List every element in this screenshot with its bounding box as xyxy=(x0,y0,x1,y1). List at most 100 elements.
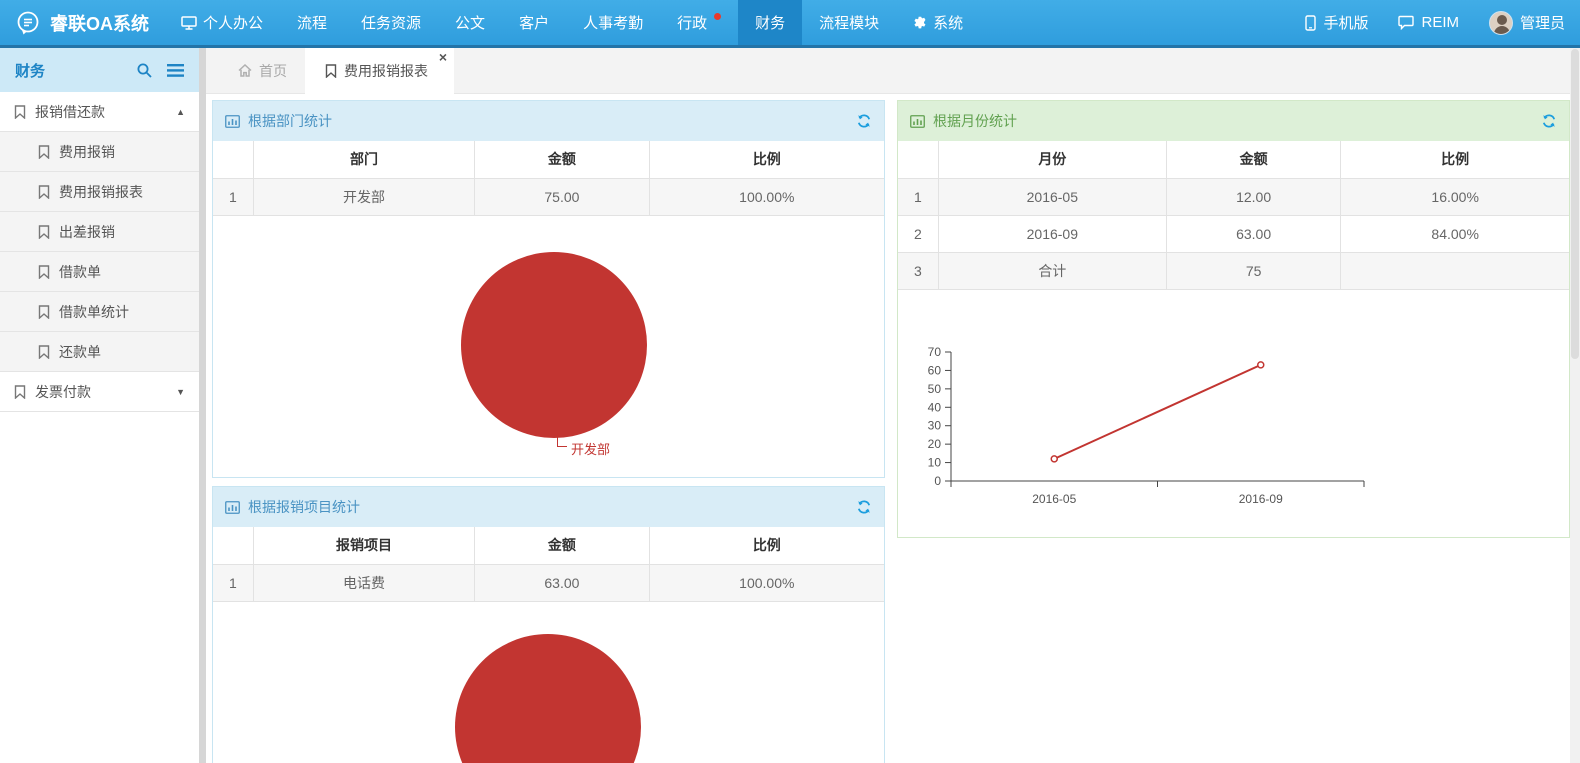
panel-title: 根据部门统计 xyxy=(248,111,332,131)
pie-chart-dept: 开发部 xyxy=(213,216,884,478)
sidebar-item-travel-reimburse[interactable]: 出差报销 xyxy=(0,212,199,252)
bookmark-icon xyxy=(38,185,50,199)
mobile-version-link[interactable]: 手机版 xyxy=(1290,0,1383,45)
chat-icon xyxy=(1398,15,1414,30)
table-row: 3 合计 75 xyxy=(898,252,1569,289)
reim-link[interactable]: REIM xyxy=(1383,0,1474,45)
table-row: 1 开发部 75.00 100.00% xyxy=(213,178,884,215)
nav-item-customer[interactable]: 客户 xyxy=(502,0,566,45)
bar-chart-icon xyxy=(910,115,925,128)
sidebar-content-divider xyxy=(199,48,206,763)
pie-slice-item xyxy=(455,634,641,763)
bookmark-icon xyxy=(38,265,50,279)
bar-chart-icon xyxy=(225,115,240,128)
nav-item-hr-attendance[interactable]: 人事考勤 xyxy=(566,0,660,45)
sidebar-item-loan-form[interactable]: 借款单 xyxy=(0,252,199,292)
panel-title: 根据月份统计 xyxy=(933,111,1017,131)
desktop-icon xyxy=(181,16,197,30)
sidebar-item-loan-stats[interactable]: 借款单统计 xyxy=(0,292,199,332)
bookmark-icon xyxy=(38,145,50,159)
main-content: 根据部门统计 部门 金额 比例 1 开发部 75.00 100.00% 开 xyxy=(206,94,1570,763)
panel-dept-stats: 根据部门统计 部门 金额 比例 1 开发部 75.00 100.00% 开 xyxy=(212,100,885,478)
bookmark-icon xyxy=(38,305,50,319)
refresh-button[interactable] xyxy=(856,499,872,515)
nav-item-personal-office[interactable]: 个人办公 xyxy=(164,0,280,45)
bookmark-icon xyxy=(14,385,26,399)
main-menu: 个人办公 流程 任务资源 公文 客户 人事考勤 行政 财务 流程模块 系统 xyxy=(164,0,980,45)
panel-month-stats: 根据月份统计 月份 金额 比例 1 2016-05 12.00 16.00% 2… xyxy=(897,100,1570,538)
sidebar-item-expense-reimburse[interactable]: 费用报销 xyxy=(0,132,199,172)
sidebar-header: 财务 xyxy=(0,48,199,92)
bookmark-icon xyxy=(325,64,337,78)
svg-text:30: 30 xyxy=(928,418,942,432)
brand[interactable]: 睿联OA系统 xyxy=(0,0,164,45)
svg-text:20: 20 xyxy=(928,437,942,451)
table-header-row: 部门 金额 比例 xyxy=(213,141,884,178)
top-navbar: 睿联OA系统 个人办公 流程 任务资源 公文 客户 人事考勤 行政 财务 流程模… xyxy=(0,0,1580,48)
sidebar-item-repayment-form[interactable]: 还款单 xyxy=(0,332,199,372)
item-stats-table: 报销项目 金额 比例 1 电话费 63.00 100.00% xyxy=(213,527,884,602)
table-row: 1 2016-05 12.00 16.00% xyxy=(898,178,1569,215)
month-stats-table: 月份 金额 比例 1 2016-05 12.00 16.00% 2 2016-0… xyxy=(898,141,1569,290)
nav-item-task-resource[interactable]: 任务资源 xyxy=(344,0,438,45)
brand-logo-icon xyxy=(15,10,41,36)
notification-dot xyxy=(714,13,721,20)
caret-up-icon: ▲ xyxy=(176,107,185,117)
bookmark-icon xyxy=(14,105,26,119)
nav-item-workflow-module[interactable]: 流程模块 xyxy=(802,0,896,45)
nav-item-administration[interactable]: 行政 xyxy=(660,0,738,45)
panel-title: 根据报销项目统计 xyxy=(248,497,360,517)
svg-text:2016-05: 2016-05 xyxy=(1032,492,1076,506)
nav-item-document[interactable]: 公文 xyxy=(438,0,502,45)
search-icon[interactable] xyxy=(136,62,153,79)
scrollbar-thumb[interactable] xyxy=(1571,49,1579,359)
bar-chart-icon xyxy=(225,501,240,514)
hamburger-menu-icon[interactable] xyxy=(167,64,184,77)
svg-text:10: 10 xyxy=(928,455,942,469)
user-menu[interactable]: 管理员 xyxy=(1474,0,1580,45)
pie-slice-dept xyxy=(461,252,647,438)
table-header-row: 月份 金额 比例 xyxy=(898,141,1569,178)
table-row: 2 2016-09 63.00 84.00% xyxy=(898,215,1569,252)
line-chart: 0 10 20 30 40 50 60 70 2016-05 2016-09 xyxy=(898,290,1569,538)
sidebar-title: 财务 xyxy=(15,60,45,81)
tab-bar: 首页 费用报销报表 × xyxy=(206,48,1570,94)
refresh-button[interactable] xyxy=(856,113,872,129)
sidebar: 财务 报销借还款 ▲ 费用报销 费用报销报表 出差报销 借款单 借款单统计 还款… xyxy=(0,48,199,763)
nav-item-finance[interactable]: 财务 xyxy=(738,0,802,45)
nav-item-system[interactable]: 系统 xyxy=(896,0,980,45)
tab-home[interactable]: 首页 xyxy=(220,48,305,93)
svg-text:40: 40 xyxy=(928,400,942,414)
bookmark-icon xyxy=(38,225,50,239)
svg-text:70: 70 xyxy=(928,345,942,359)
home-icon xyxy=(238,64,252,77)
pie-chart-item: 电话费 xyxy=(213,602,884,763)
tab-expense-report[interactable]: 费用报销报表 × xyxy=(305,48,454,94)
sidebar-group-invoice-payment[interactable]: 发票付款 ▼ xyxy=(0,372,199,412)
gear-icon xyxy=(913,16,927,30)
pie-leader-line xyxy=(557,434,567,447)
table-header-row: 报销项目 金额 比例 xyxy=(213,527,884,564)
panel-item-heading: 根据报销项目统计 xyxy=(213,487,884,527)
nav-item-workflow[interactable]: 流程 xyxy=(280,0,344,45)
svg-text:2016-09: 2016-09 xyxy=(1239,492,1283,506)
svg-text:60: 60 xyxy=(928,363,942,377)
refresh-button[interactable] xyxy=(1541,113,1557,129)
sidebar-group-reimburse-loan[interactable]: 报销借还款 ▲ xyxy=(0,92,199,132)
pie-label: 开发部 xyxy=(571,439,610,458)
panel-dept-heading: 根据部门统计 xyxy=(213,101,884,141)
bookmark-icon xyxy=(38,345,50,359)
phone-icon xyxy=(1305,15,1316,31)
sidebar-item-expense-report[interactable]: 费用报销报表 xyxy=(0,172,199,212)
avatar xyxy=(1489,11,1513,35)
dept-stats-table: 部门 金额 比例 1 开发部 75.00 100.00% xyxy=(213,141,884,216)
tab-close-icon[interactable]: × xyxy=(439,50,447,64)
panel-month-heading: 根据月份统计 xyxy=(898,101,1569,141)
svg-text:50: 50 xyxy=(928,381,942,395)
caret-down-icon: ▼ xyxy=(176,387,185,397)
navbar-right: 手机版 REIM 管理员 xyxy=(1290,0,1580,45)
table-row: 1 电话费 63.00 100.00% xyxy=(213,564,884,601)
brand-title: 睿联OA系统 xyxy=(50,10,149,36)
panel-item-stats: 根据报销项目统计 报销项目 金额 比例 1 电话费 63.00 100.00% xyxy=(212,486,885,763)
svg-text:0: 0 xyxy=(934,474,941,488)
